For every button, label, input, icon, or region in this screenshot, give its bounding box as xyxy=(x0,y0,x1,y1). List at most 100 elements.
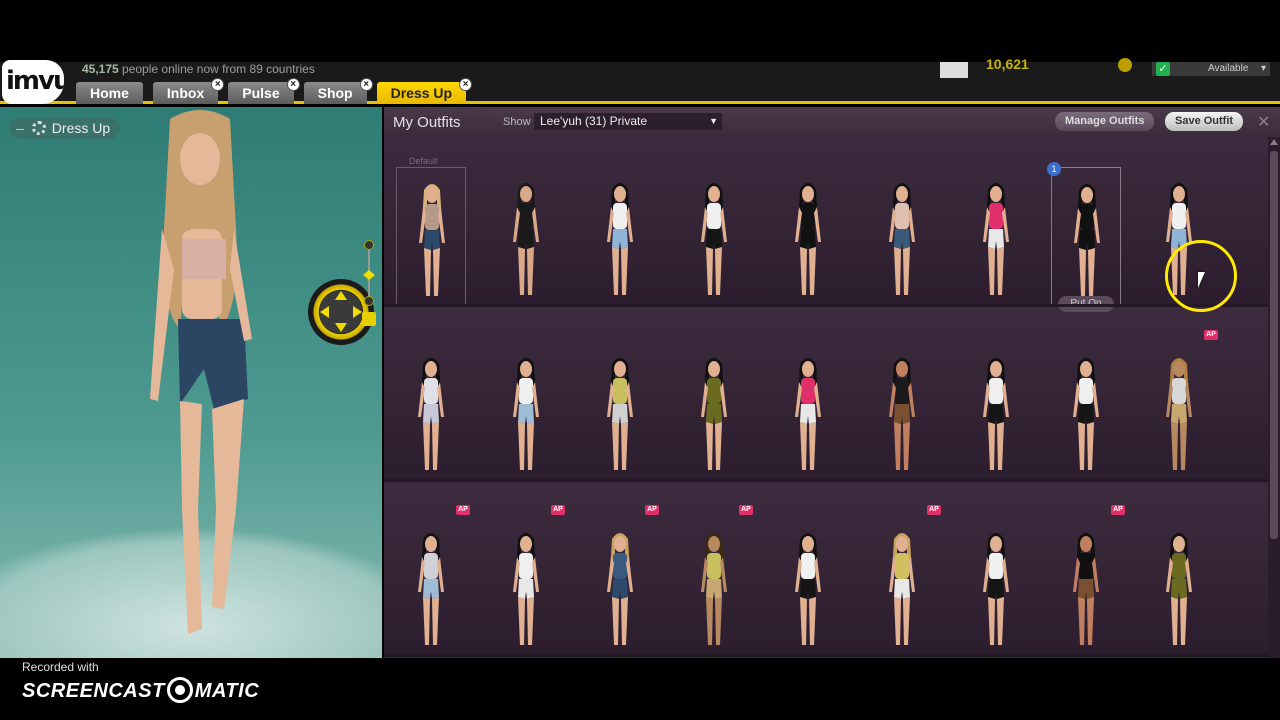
screen: { "header": { "logo_text": "imvu", "onli… xyxy=(0,0,1280,720)
zoom-in-icon[interactable] xyxy=(364,240,374,250)
outfit-thumbnail[interactable] xyxy=(396,342,466,482)
outfit-thumbnail[interactable] xyxy=(679,342,749,482)
outfit-thumbnail[interactable] xyxy=(773,342,843,482)
tab-label: Pulse xyxy=(242,85,280,101)
chevron-down-icon: ▼ xyxy=(709,116,718,126)
outfit-thumbnail[interactable] xyxy=(1051,342,1121,482)
put-on-button[interactable]: Put On xyxy=(1058,296,1114,312)
close-icon[interactable]: × xyxy=(286,78,300,91)
outfit-avatar-figure xyxy=(513,358,539,470)
outfit-thumbnail[interactable] xyxy=(491,342,561,482)
outfit-avatar-figure xyxy=(607,533,633,645)
scroll-up-icon[interactable] xyxy=(1270,139,1278,145)
show-label: Show xyxy=(503,116,531,128)
outfit-avatar-figure xyxy=(795,183,821,295)
avatar-stage[interactable]: – Dress Up xyxy=(0,107,382,658)
outfit-thumbnail[interactable] xyxy=(585,342,655,482)
outfit-avatar-figure xyxy=(1166,533,1192,645)
close-icon[interactable]: × xyxy=(459,78,473,91)
ap-badge: AP xyxy=(645,505,659,515)
close-icon[interactable]: × xyxy=(211,78,225,91)
outfit-thumbnail[interactable] xyxy=(1144,517,1214,657)
outfit-row: AP AP AP AP AP AP xyxy=(384,487,1268,657)
outfit-avatar-figure xyxy=(1074,184,1100,296)
arrow-down-icon[interactable] xyxy=(335,323,347,332)
outfit-avatar-figure xyxy=(701,358,727,470)
outfit-thumbnail[interactable]: AP xyxy=(491,505,565,657)
outfit-thumbnail[interactable] xyxy=(585,167,655,307)
outfit-number-badge: 1 xyxy=(1047,162,1061,176)
arrow-up-icon[interactable] xyxy=(335,291,347,300)
outfit-thumbnail[interactable] xyxy=(773,167,843,307)
outfit-thumbnail[interactable] xyxy=(679,167,749,307)
screencast-o-matic-logo: SCREENCAST MATIC xyxy=(22,677,259,703)
tab-home[interactable]: Home xyxy=(76,82,143,104)
close-icon[interactable]: × xyxy=(359,78,373,91)
outfit-avatar-figure xyxy=(795,533,821,645)
close-icon[interactable]: ✕ xyxy=(1257,112,1270,132)
tab-label: Home xyxy=(90,85,129,101)
panel-title: My Outfits xyxy=(393,114,461,131)
tab-inbox[interactable]: Inbox × xyxy=(152,78,225,104)
gear-icon[interactable] xyxy=(31,121,46,135)
save-outfit-button[interactable]: Save Outfit xyxy=(1165,112,1244,131)
outfit-thumbnail[interactable] xyxy=(773,517,843,657)
outfit-avatar-figure xyxy=(418,358,444,470)
avatar-figure[interactable] xyxy=(140,109,260,649)
outfit-thumbnail[interactable]: AP xyxy=(1144,330,1218,482)
outfit-thumbnail[interactable] xyxy=(491,167,561,307)
outfit-thumbnail[interactable]: 1 Put On xyxy=(1047,162,1121,312)
minimize-icon[interactable]: – xyxy=(16,120,24,136)
outfit-avatar-figure xyxy=(889,358,915,470)
arrow-left-icon[interactable] xyxy=(320,306,329,318)
outfit-avatar-figure xyxy=(1073,533,1099,645)
outfit-thumbnail[interactable] xyxy=(961,167,1031,307)
tab-label: Inbox xyxy=(166,85,205,101)
arrow-right-icon[interactable] xyxy=(353,306,362,318)
outfit-avatar-figure xyxy=(419,184,445,296)
show-select[interactable]: Lee'yuh (31) Private ▼ xyxy=(534,113,722,130)
account-thumbnail[interactable] xyxy=(940,62,968,78)
tab-label: Dress Up xyxy=(390,85,453,101)
imvu-logo[interactable]: imvu xyxy=(2,60,64,104)
outfit-thumbnail[interactable] xyxy=(961,517,1031,657)
outfit-row: Default 1 Put On xyxy=(384,137,1268,312)
default-label: Default xyxy=(409,156,438,166)
chevron-down-icon: ▾ xyxy=(1260,63,1266,74)
outfit-avatar-figure xyxy=(513,533,539,645)
tab-label: Shop xyxy=(317,85,353,101)
dress-up-label[interactable]: – Dress Up xyxy=(10,117,121,139)
outfit-avatar-figure xyxy=(889,533,915,645)
zoom-out-icon[interactable] xyxy=(364,296,374,306)
outfit-thumbnail[interactable]: AP xyxy=(396,505,470,657)
outfit-thumbnail[interactable] xyxy=(961,342,1031,482)
check-icon: ✓ xyxy=(1156,62,1170,76)
status-dropdown[interactable]: ✓ Available ▾ xyxy=(1152,62,1270,76)
tab-dress-up[interactable]: Dress Up × xyxy=(376,78,473,104)
outfit-thumbnail[interactable]: AP xyxy=(585,505,659,657)
credit-balance[interactable]: 10,621 xyxy=(986,56,1029,72)
outfit-avatar-figure xyxy=(889,183,915,295)
fullscreen-icon[interactable] xyxy=(362,312,376,326)
mouse-cursor-icon xyxy=(1198,272,1205,288)
outfit-thumbnail[interactable]: Default xyxy=(396,156,466,307)
show-value: Lee'yuh (31) Private xyxy=(540,114,648,128)
outfit-thumbnail[interactable]: AP xyxy=(679,505,753,657)
online-suffix: people online now from 89 countries xyxy=(118,62,315,76)
outfit-thumbnail[interactable] xyxy=(867,167,937,307)
tab-shop[interactable]: Shop × xyxy=(303,78,373,104)
outfit-avatar-figure xyxy=(607,183,633,295)
outfit-thumbnail[interactable] xyxy=(867,342,937,482)
outfit-thumbnail[interactable]: AP xyxy=(867,505,941,657)
outfit-avatar-figure xyxy=(701,183,727,295)
outfit-thumbnail[interactable]: AP xyxy=(1051,505,1125,657)
brand-right: MATIC xyxy=(194,680,260,702)
status-text: Available xyxy=(1208,63,1249,74)
coin-icon xyxy=(1118,58,1132,72)
manage-outfits-button[interactable]: Manage Outfits xyxy=(1055,112,1155,131)
zoom-slider[interactable] xyxy=(362,240,376,330)
scrollbar-thumb[interactable] xyxy=(1270,151,1278,539)
zoom-handle[interactable] xyxy=(363,270,375,280)
tab-pulse[interactable]: Pulse × xyxy=(228,78,300,104)
scrollbar[interactable] xyxy=(1268,137,1280,658)
